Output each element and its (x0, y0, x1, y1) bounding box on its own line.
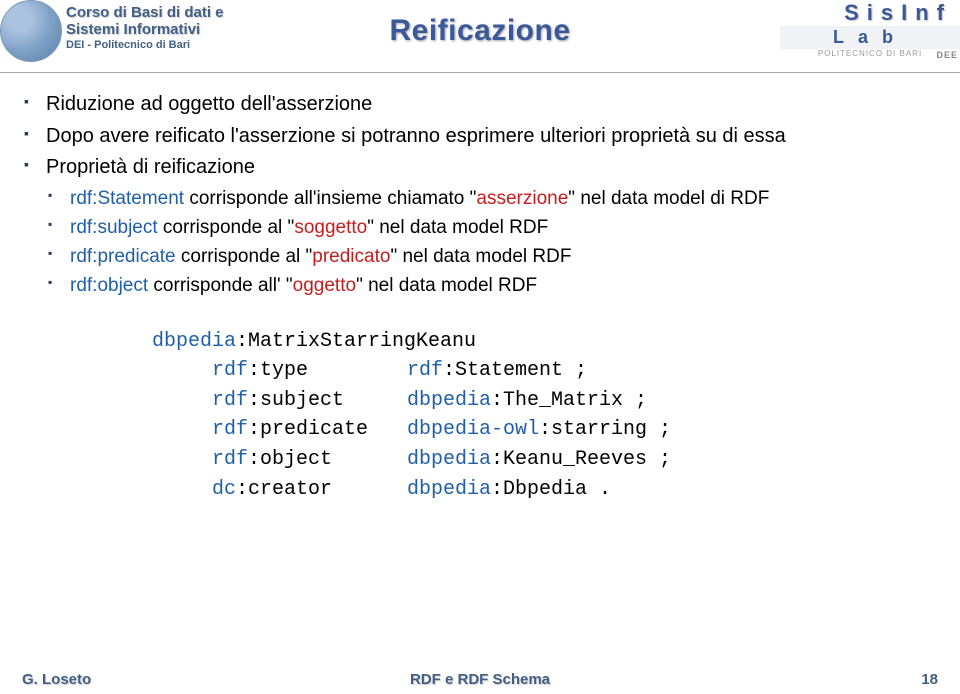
footer-author: G. Loseto (22, 671, 91, 688)
bullet-level2: rdf:Statement corrisponde all'insieme ch… (22, 186, 938, 212)
code-subject-line: dbpedia:MatrixStarringKeanu (152, 328, 938, 356)
keyword-rdf: rdf:predicate (70, 246, 176, 267)
course-subtitle: DEI - Politecnico di Bari (66, 39, 224, 52)
lab-name-mid: Lab (780, 26, 960, 49)
lab-dee: DEE (936, 50, 958, 60)
slide-content: Riduzione ad oggetto dell'asserzione Dop… (0, 73, 960, 503)
code-prefix: dbpedia (152, 330, 236, 353)
text: " nel data model RDF (390, 246, 571, 267)
bullet-text: Dopo avere reificato l'asserzione si pot… (46, 125, 786, 147)
text: corrisponde al " (158, 217, 295, 238)
bullet-level1: Proprietà di reificazione (22, 154, 938, 182)
slide-footer: G. Loseto RDF e RDF Schema 18 (0, 671, 960, 688)
bullet-text: Riduzione ad oggetto dell'asserzione (46, 93, 372, 115)
text: corrisponde all'insieme chiamato " (184, 188, 476, 209)
keyword-term: soggetto (294, 217, 367, 238)
keyword-term: predicato (312, 246, 390, 267)
lab-logo: SisInf Lab POLITECNICO DI BARI DEE (780, 0, 960, 58)
bullet-level2: rdf:subject corrisponde al "soggetto" ne… (22, 215, 938, 241)
code-key: rdf:subject (212, 387, 407, 415)
lab-name-top: SisInf (780, 0, 960, 26)
text: " nel data model RDF (367, 217, 548, 238)
bullet-level2: rdf:object corrisponde all' "oggetto" ne… (22, 273, 938, 299)
bullet-level1: Dopo avere reificato l'asserzione si pot… (22, 123, 938, 151)
code-value: dbpedia:Dbpedia . (407, 476, 938, 504)
code-key: rdf:type (212, 357, 407, 385)
lab-name-sub: POLITECNICO DI BARI (780, 49, 960, 58)
course-line-2: Sistemi Informativi (66, 21, 224, 38)
bullet-text: Proprietà di reificazione (46, 156, 255, 178)
code-rows: rdf:typerdf:Statement ;rdf:subjectdbpedi… (212, 357, 938, 503)
keyword-term: asserzione (476, 188, 568, 209)
code-key: rdf:object (212, 446, 407, 474)
slide-header: Corso di Basi di dati e Sistemi Informat… (0, 0, 960, 70)
keyword-rdf: rdf:Statement (70, 188, 184, 209)
text: " nel data model RDF (356, 275, 537, 296)
code-value: dbpedia-owl:starring ; (407, 416, 938, 444)
footer-page: 18 (921, 671, 938, 688)
code-local: :MatrixStarringKeanu (236, 330, 476, 353)
code-value: dbpedia:Keanu_Reeves ; (407, 446, 938, 474)
course-label: Corso di Basi di dati e Sistemi Informat… (66, 4, 224, 51)
text: corrisponde al " (176, 246, 313, 267)
slide-title: Reificazione (389, 14, 570, 48)
institution-logo (0, 0, 62, 62)
code-key: rdf:predicate (212, 416, 407, 444)
text: corrisponde all' " (148, 275, 293, 296)
bullet-level1: Riduzione ad oggetto dell'asserzione (22, 91, 938, 119)
code-key: dc:creator (212, 476, 407, 504)
keyword-term: oggetto (293, 275, 356, 296)
text: " nel data model di RDF (568, 188, 769, 209)
course-line-1: Corso di Basi di dati e (66, 4, 224, 21)
footer-title: RDF e RDF Schema (410, 671, 550, 688)
code-value: rdf:Statement ; (407, 357, 938, 385)
code-value: dbpedia:The_Matrix ; (407, 387, 938, 415)
code-block: dbpedia:MatrixStarringKeanu rdf:typerdf:… (152, 328, 938, 504)
bullet-level2: rdf:predicate corrisponde al "predicato"… (22, 244, 938, 270)
keyword-rdf: rdf:subject (70, 217, 158, 238)
keyword-rdf: rdf:object (70, 275, 148, 296)
